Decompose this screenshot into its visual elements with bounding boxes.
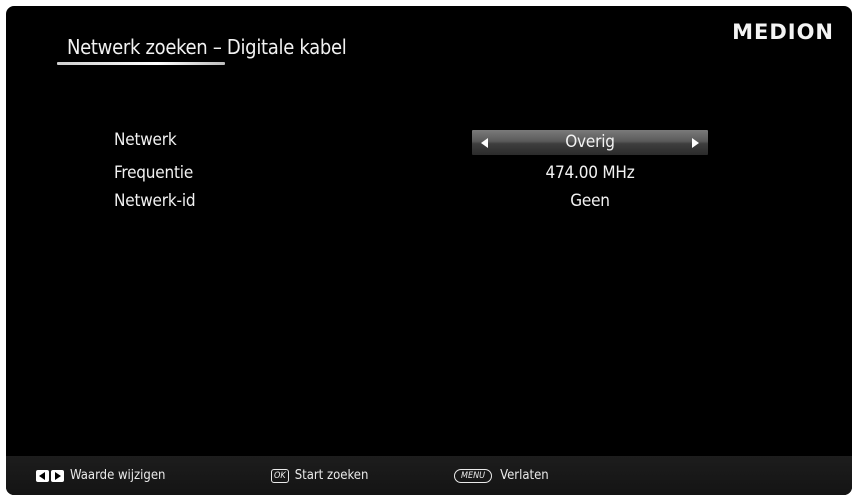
setting-row-netwerk-id[interactable]: Netwerk-id Geen	[6, 191, 852, 215]
title-underline	[57, 62, 225, 65]
setting-label-netwerk-id: Netwerk-id	[114, 191, 196, 211]
tv-menu-screen: Netwerk zoeken – Digitale kabel MEDION N…	[6, 6, 852, 495]
footer-change-value: Waarde wijzigen	[36, 456, 165, 495]
right-key-icon	[51, 469, 64, 482]
setting-label-frequentie: Frequentie	[114, 163, 194, 183]
setting-value-frequentie: 474.00 MHz	[545, 163, 635, 183]
setting-value-netwerk: Overig	[565, 132, 615, 152]
medion-logo: MEDION	[732, 20, 834, 44]
footer-start-search: OK Start zoeken	[271, 456, 368, 495]
setting-value-netwerk-id: Geen	[570, 191, 610, 211]
footer-start-search-label: Start zoeken	[294, 468, 369, 483]
menu-key-icon: MENU	[454, 468, 493, 483]
right-arrow-icon[interactable]	[692, 138, 699, 148]
footer-exit: MENU Verlaten	[454, 456, 549, 495]
setting-label-netwerk: Netwerk	[114, 130, 177, 150]
ok-key-icon: OK	[271, 468, 289, 483]
page-title: Netwerk zoeken – Digitale kabel	[67, 35, 347, 59]
footer-help-bar: Waarde wijzigen OK Start zoeken MENU Ver…	[6, 456, 852, 495]
left-arrow-icon[interactable]	[481, 138, 488, 148]
footer-exit-label: Verlaten	[500, 468, 549, 483]
setting-value-netwerk-selector[interactable]: Overig	[472, 130, 708, 155]
setting-row-netwerk[interactable]: Netwerk Overig	[6, 130, 852, 155]
setting-row-frequentie[interactable]: Frequentie 474.00 MHz	[6, 163, 852, 187]
left-key-icon	[36, 469, 49, 482]
footer-change-value-label: Waarde wijzigen	[70, 468, 166, 483]
